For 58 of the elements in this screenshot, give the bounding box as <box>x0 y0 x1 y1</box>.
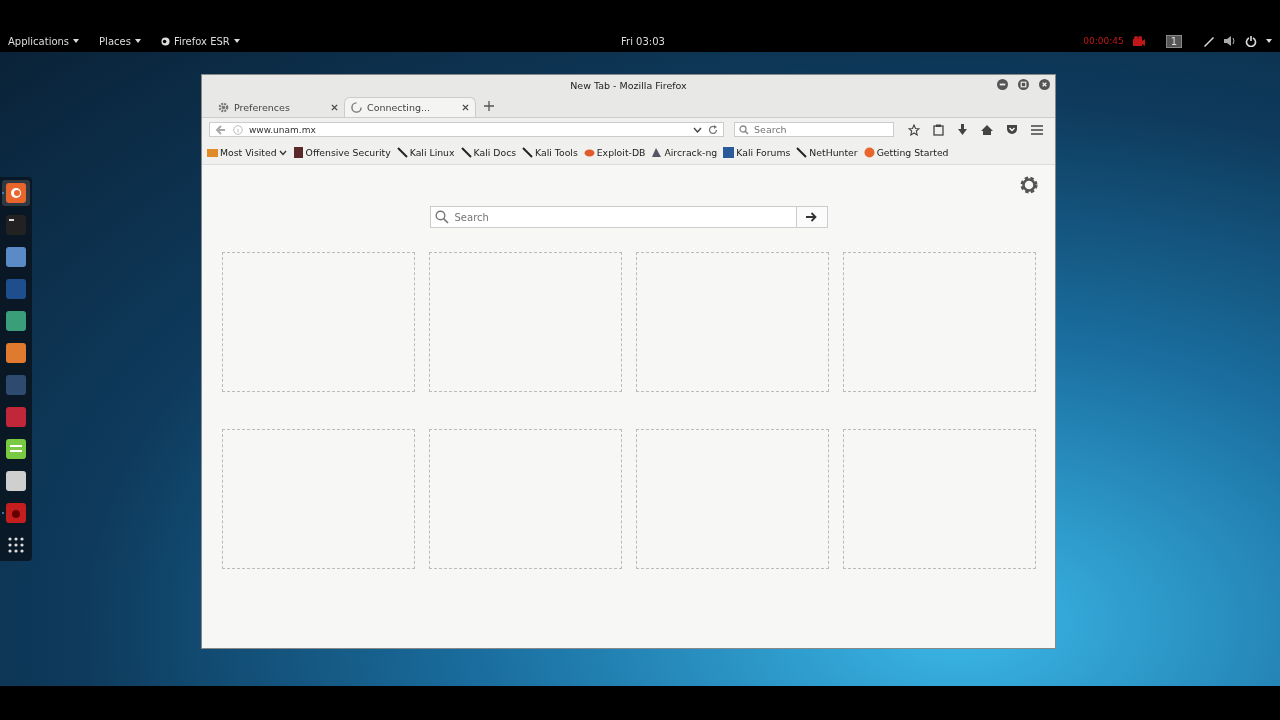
new-tab-icon[interactable] <box>484 101 494 111</box>
site-icon <box>583 147 595 158</box>
close-icon[interactable] <box>462 104 469 111</box>
bookmark[interactable]: Kali Linux <box>396 147 455 158</box>
page-search-field[interactable]: Search <box>429 206 796 228</box>
dropdown-icon[interactable] <box>693 126 702 133</box>
caret-icon <box>73 39 80 43</box>
panel-menu[interactable]: Applications <box>8 35 80 47</box>
bookmark[interactable]: Kali Tools <box>522 147 578 158</box>
pen-icon[interactable] <box>1203 35 1215 47</box>
site-icon <box>651 147 663 158</box>
close-icon[interactable] <box>331 103 338 111</box>
arrow-icon <box>806 212 817 222</box>
star-icon[interactable] <box>908 123 920 136</box>
site-icon <box>723 147 735 158</box>
bookmark[interactable]: Getting Started <box>863 147 949 158</box>
bookmark[interactable]: NetHunter <box>796 147 858 158</box>
menu-icon[interactable] <box>1031 124 1043 135</box>
reload-icon[interactable] <box>708 124 718 135</box>
url-field[interactable]: www.unam.mx <box>209 122 724 137</box>
caret-icon <box>233 39 240 43</box>
volume-icon[interactable] <box>1224 35 1236 47</box>
panel-menu[interactable]: Firefox ESR <box>160 35 240 47</box>
minimize-icon[interactable] <box>997 79 1008 90</box>
close-icon[interactable] <box>1039 79 1050 90</box>
pocket-icon[interactable] <box>1006 124 1018 135</box>
spinner-icon <box>351 102 362 113</box>
power-icon[interactable] <box>1245 35 1257 47</box>
app-grid-icon[interactable] <box>8 537 24 553</box>
browser-icon <box>863 147 875 158</box>
clock[interactable]: Fri 03:03 <box>621 35 665 47</box>
folder-icon <box>207 147 218 158</box>
bookmark[interactable]: Most Visited <box>207 147 287 158</box>
maximize-icon[interactable] <box>1018 79 1029 90</box>
go-button[interactable] <box>795 206 828 228</box>
camera-icon[interactable] <box>1132 36 1145 46</box>
caret-icon <box>134 39 141 43</box>
window-title: New Tab - Mozilla Firefox <box>570 79 687 91</box>
caret-icon[interactable] <box>1266 39 1272 43</box>
download-icon[interactable] <box>957 123 968 136</box>
bookmark[interactable]: Aircrack-ng <box>651 147 718 158</box>
site-icon <box>292 147 304 158</box>
search-field[interactable]: Search <box>734 122 894 137</box>
bookmark[interactable]: Exploit-DB <box>583 147 646 158</box>
browser-tab[interactable]: Connecting... <box>344 97 476 117</box>
app-icon <box>160 36 170 46</box>
browser-tab[interactable]: Preferences <box>212 97 344 117</box>
clipboard-icon[interactable] <box>933 123 944 136</box>
bookmark[interactable]: Kali Docs <box>460 147 517 158</box>
settings-icon[interactable] <box>1019 175 1039 195</box>
bookmark[interactable]: Offensive Security <box>292 147 391 158</box>
caret-icon <box>278 149 287 156</box>
home-icon[interactable] <box>981 123 993 136</box>
panel-menu[interactable]: Places <box>99 35 141 47</box>
workspace-indicator[interactable]: 1 <box>1165 34 1182 48</box>
recording-time: 00:00:45 <box>1083 36 1124 46</box>
bookmark[interactable]: Kali Forums <box>723 147 791 158</box>
gear-icon <box>218 101 229 113</box>
